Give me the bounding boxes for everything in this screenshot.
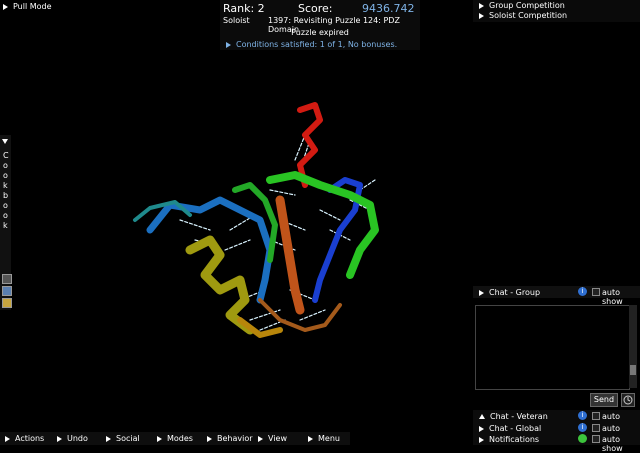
- notification-icon[interactable]: [578, 434, 587, 443]
- auto-show-checkbox[interactable]: [592, 424, 600, 432]
- notifications-row[interactable]: Notifications auto show: [473, 433, 640, 453]
- expand-icon: [5, 435, 10, 442]
- chat-veteran-toggle[interactable]: Chat - Veteran: [479, 412, 548, 421]
- pull-mode-label: Pull Mode: [13, 2, 52, 11]
- hydrogen-bonds: [179, 134, 376, 331]
- notifications-label: Notifications: [489, 435, 540, 444]
- chat-group-toggle[interactable]: Chat - Group: [479, 288, 540, 297]
- bottom-menu-bar: Actions Undo Social Modes Behavior View …: [0, 432, 350, 445]
- expand-icon: [106, 435, 111, 442]
- soloist-competition-toggle[interactable]: Soloist Competition: [479, 11, 567, 20]
- play-icon: [3, 3, 8, 10]
- expand-icon: [157, 435, 162, 442]
- gold-loop: [237, 317, 283, 338]
- menu-view[interactable]: View: [258, 434, 287, 443]
- menu-undo-label: Undo: [67, 434, 88, 443]
- notifications-toggle[interactable]: Notifications: [479, 435, 539, 444]
- script-icon[interactable]: [2, 274, 12, 284]
- score-value: 9436.742: [362, 2, 415, 15]
- auto-show-label: auto show: [602, 435, 623, 453]
- chat-group-bar[interactable]: Chat - Group i auto show: [473, 286, 640, 306]
- chat-veteran-row[interactable]: Chat - Veteran i auto show: [473, 410, 640, 430]
- collapse-icon: [479, 414, 485, 419]
- menu-actions[interactable]: Actions: [5, 434, 44, 443]
- chat-veteran-label: Chat - Veteran: [490, 412, 548, 421]
- chat-global-toggle[interactable]: Chat - Global: [479, 424, 541, 433]
- clock-glyph: [623, 395, 633, 405]
- expand-icon: [308, 435, 313, 442]
- score-label: Score:: [298, 2, 333, 15]
- chat-group-label: Chat - Group: [489, 288, 541, 297]
- menu-behavior-label: Behavior: [217, 434, 253, 443]
- send-button[interactable]: Send: [590, 393, 618, 407]
- competition-panel: Group Competition Soloist Competition: [473, 0, 640, 22]
- menu-undo[interactable]: Undo: [57, 434, 88, 443]
- soloist-competition-label: Soloist Competition: [489, 11, 568, 20]
- info-icon[interactable]: i: [578, 287, 587, 296]
- cookbook-panel[interactable]: Cookbook: [0, 135, 12, 310]
- protein-3d-view[interactable]: [120, 90, 420, 360]
- menu-social[interactable]: Social: [106, 434, 140, 443]
- cookbook-label: Cookbook: [3, 151, 9, 230]
- menu-menu[interactable]: Menu: [308, 434, 340, 443]
- expand-icon: [226, 41, 231, 48]
- expand-icon: [479, 436, 484, 443]
- scrollbar-thumb[interactable]: [630, 365, 636, 375]
- yellow-helix: [185, 235, 255, 335]
- pull-mode-button[interactable]: Pull Mode: [0, 0, 55, 13]
- menu-modes-label: Modes: [167, 434, 193, 443]
- menu-view-label: View: [268, 434, 287, 443]
- score-panel: Rank: 2 Score: 9436.742 Soloist 1397: Re…: [220, 0, 420, 50]
- menu-actions-label: Actions: [15, 434, 45, 443]
- info-icon[interactable]: i: [578, 423, 587, 432]
- green-loop: [232, 182, 278, 263]
- auto-show-checkbox[interactable]: [592, 435, 600, 443]
- clock-icon[interactable]: [621, 393, 635, 407]
- orange-strand: [275, 195, 305, 315]
- menu-behavior[interactable]: Behavior: [207, 434, 253, 443]
- chat-message-area[interactable]: [475, 305, 630, 390]
- info-icon[interactable]: i: [578, 411, 587, 420]
- group-competition-label: Group Competition: [489, 1, 565, 10]
- chat-scrollbar[interactable]: [629, 305, 637, 388]
- recipe-icon[interactable]: [2, 298, 12, 308]
- expand-icon: [479, 425, 484, 432]
- menu-modes[interactable]: Modes: [157, 434, 193, 443]
- expand-icon: [479, 12, 484, 19]
- conditions-text: Conditions satisfied: 1 of 1, No bonuses…: [236, 40, 398, 49]
- auto-show-label: auto show: [602, 288, 623, 306]
- red-strand: [297, 102, 323, 188]
- folder-icon[interactable]: [2, 286, 12, 296]
- expand-icon: [479, 289, 484, 296]
- chat-global-label: Chat - Global: [489, 424, 542, 433]
- puzzle-status: Puzzle expired: [291, 28, 349, 37]
- auto-show-checkbox[interactable]: [592, 288, 600, 296]
- expand-icon: [258, 435, 263, 442]
- group-competition-toggle[interactable]: Group Competition: [479, 1, 565, 10]
- conditions-toggle[interactable]: Conditions satisfied: 1 of 1, No bonuses…: [226, 40, 397, 49]
- menu-menu-label: Menu: [318, 434, 340, 443]
- auto-show-checkbox[interactable]: [592, 412, 600, 420]
- expand-icon: [479, 2, 484, 9]
- collapse-icon: [2, 139, 8, 144]
- expand-icon: [57, 435, 62, 442]
- menu-social-label: Social: [116, 434, 140, 443]
- soloist-label: Soloist: [223, 16, 250, 25]
- expand-icon: [207, 435, 212, 442]
- rank-label: Rank: 2: [223, 2, 265, 15]
